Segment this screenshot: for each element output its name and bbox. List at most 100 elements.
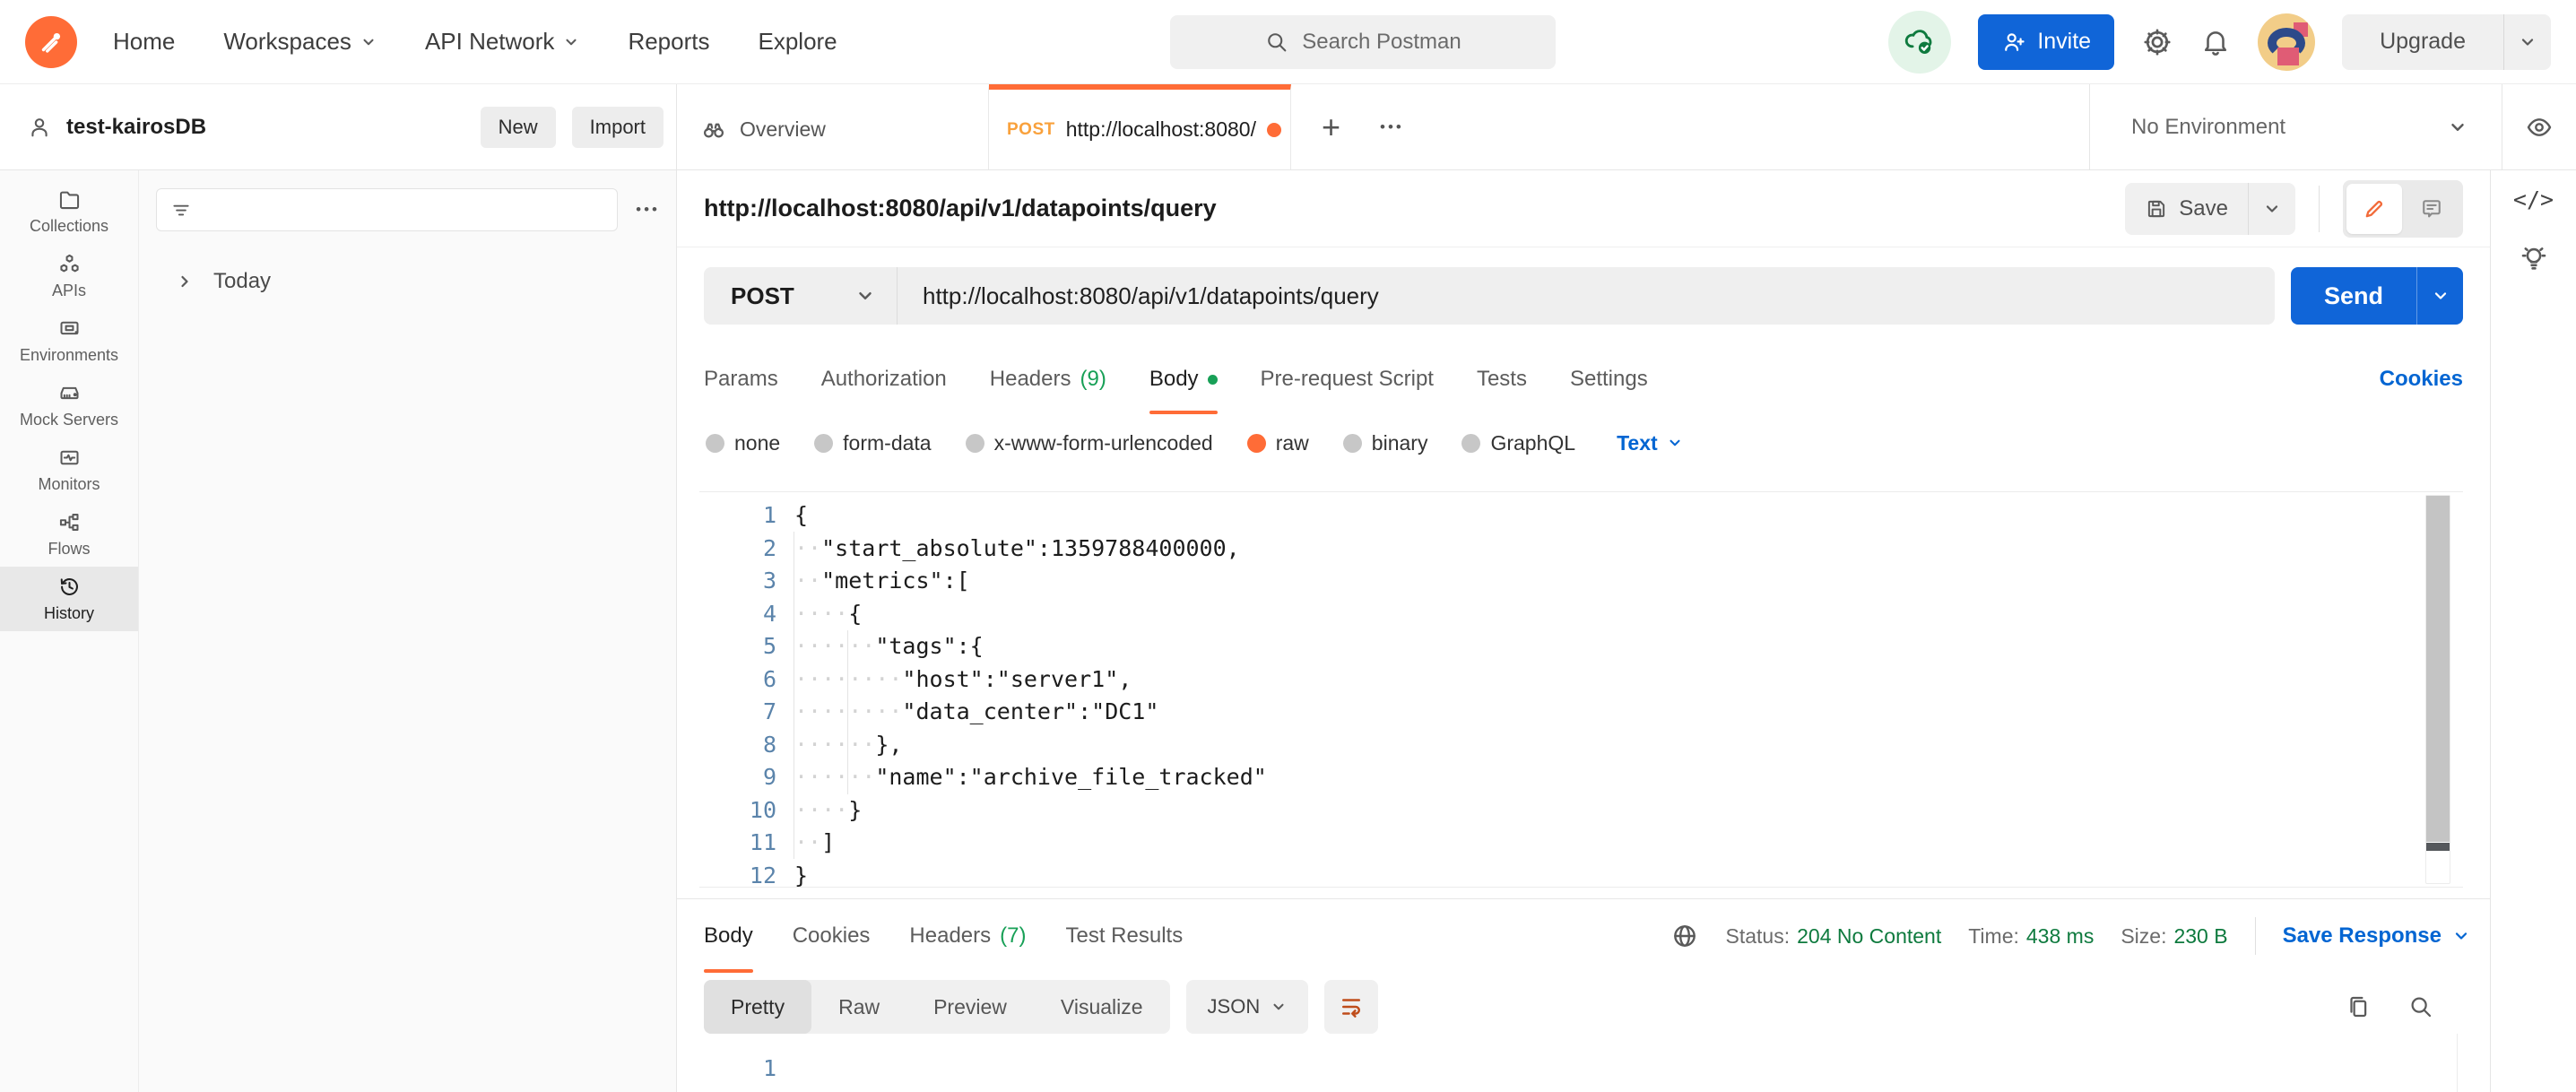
tab-params[interactable]: Params (704, 344, 778, 414)
view-preview[interactable]: Preview (906, 980, 1034, 1034)
status-badge[interactable]: Status:204 No Content (1726, 924, 1942, 949)
postman-logo-icon[interactable] (25, 16, 77, 68)
sidebar-item-history[interactable]: History (0, 567, 138, 631)
mode-form-data[interactable]: form-data (814, 431, 931, 455)
editor-scrollbar[interactable] (2425, 495, 2450, 884)
upgrade-dropdown[interactable] (2503, 14, 2551, 70)
sidebar-item-mock-servers[interactable]: Mock Servers (0, 373, 138, 438)
tab-overview-label: Overview (740, 117, 826, 142)
user-avatar[interactable] (2258, 13, 2315, 71)
save-button[interactable]: Save (2125, 183, 2248, 235)
code-line[interactable]: 3 ·· "metrics":[ (699, 565, 2463, 598)
save-dropdown[interactable] (2248, 183, 2295, 235)
copy-icon[interactable] (2345, 993, 2372, 1020)
tab-authorization[interactable]: Authorization (821, 344, 947, 414)
scrollbar-thumb[interactable] (2426, 496, 2450, 842)
view-visualize[interactable]: Visualize (1034, 980, 1170, 1034)
history-clock-icon (57, 575, 82, 599)
sidebar-item-flows[interactable]: Flows (0, 502, 138, 567)
response-tab-body[interactable]: Body (704, 899, 753, 973)
line-number: 2 (699, 533, 776, 566)
tab-options-icon[interactable]: ••• (1380, 118, 1404, 136)
send-dropdown[interactable] (2416, 267, 2463, 325)
code-text: "host":"server1", (902, 663, 1132, 697)
tab-tests[interactable]: Tests (1477, 344, 1527, 414)
environment-quick-look[interactable] (2502, 84, 2576, 169)
code-line[interactable]: 9 ······ "name":"archive_file_tracked" (699, 761, 2463, 794)
lightbulb-icon[interactable] (2519, 243, 2549, 273)
sidebar-item-environments[interactable]: Environments (0, 308, 138, 373)
view-raw[interactable]: Raw (811, 980, 906, 1034)
mode-x-www-form-urlencoded[interactable]: x-www-form-urlencoded (966, 431, 1213, 455)
mode-none[interactable]: none (706, 431, 780, 455)
url-input[interactable]: http://localhost:8080/api/v1/datapoints/… (898, 267, 1404, 325)
response-body-editor[interactable]: 1 (677, 1041, 2490, 1092)
wrap-text-button[interactable] (1324, 980, 1378, 1034)
code-line[interactable]: 11 ·· ] (699, 827, 2463, 860)
network-globe-icon[interactable] (1670, 922, 1699, 950)
settings-gear-icon[interactable] (2141, 26, 2173, 58)
code-line[interactable]: 7 ········ "data_center":"DC1" (699, 696, 2463, 729)
code-line[interactable]: 10 ···· } (699, 794, 2463, 828)
language-selector[interactable]: Text (1617, 431, 1683, 455)
invite-button[interactable]: Invite (1978, 14, 2114, 70)
filter-icon (169, 198, 193, 221)
cookies-link[interactable]: Cookies (2380, 367, 2463, 392)
nav-explore[interactable]: Explore (758, 28, 837, 56)
size-badge[interactable]: Size:230 B (2121, 924, 2227, 949)
sync-status-icon[interactable] (1888, 11, 1951, 74)
search-input[interactable]: Search Postman (1170, 15, 1556, 69)
code-line[interactable]: 2 ·· "start_absolute":1359788400000, (699, 533, 2463, 566)
new-button[interactable]: New (481, 107, 556, 148)
code-line[interactable]: 1 { (699, 499, 2463, 533)
code-line[interactable]: 5 ······ "tags":{ (699, 630, 2463, 663)
tab-settings[interactable]: Settings (1570, 344, 1648, 414)
sidebar-item-apis[interactable]: APIs (0, 244, 138, 308)
time-badge[interactable]: Time:438 ms (1968, 924, 2094, 949)
nav-workspaces[interactable]: Workspaces (223, 28, 377, 56)
upgrade-main[interactable]: Upgrade (2342, 14, 2503, 70)
view-pretty[interactable]: Pretty (704, 980, 811, 1034)
nav-reports[interactable]: Reports (628, 28, 709, 56)
chevron-down-icon (2519, 33, 2537, 51)
tab-overview[interactable]: Overview (677, 84, 989, 169)
workspace-name[interactable]: test-kairosDB (66, 115, 206, 140)
tab-body[interactable]: Body (1149, 344, 1218, 414)
save-response-button[interactable]: Save Response (2283, 923, 2470, 949)
response-format-selector[interactable]: JSON (1186, 980, 1309, 1034)
comments-button[interactable] (2404, 184, 2459, 234)
search-response-icon[interactable] (2407, 993, 2434, 1020)
code-snippet-icon[interactable]: </> (2513, 186, 2554, 212)
notifications-bell-icon[interactable] (2200, 27, 2231, 57)
history-filter-input[interactable] (156, 188, 618, 231)
mode-binary[interactable]: binary (1343, 431, 1428, 455)
method-selector[interactable]: POST (704, 267, 898, 325)
response-tab-cookies[interactable]: Cookies (793, 899, 871, 973)
new-tab-button[interactable]: + (1322, 111, 1340, 143)
history-group-today[interactable]: Today (156, 269, 660, 294)
send-button[interactable]: Send (2291, 267, 2416, 325)
nav-explore-label: Explore (758, 28, 837, 56)
tab-request-active[interactable]: POST http://localhost:8080/ (989, 84, 1291, 169)
history-options-icon[interactable]: ••• (636, 201, 660, 219)
tab-pre-request-script[interactable]: Pre-request Script (1261, 344, 1434, 414)
response-tab-headers[interactable]: Headers(7) (909, 899, 1026, 973)
sidebar-item-monitors[interactable]: Monitors (0, 438, 138, 502)
tab-headers[interactable]: Headers(9) (990, 344, 1106, 414)
edit-mode-button[interactable] (2346, 184, 2402, 234)
tab-label: Headers (909, 923, 991, 949)
mode-graphql[interactable]: GraphQL (1461, 431, 1575, 455)
code-line[interactable]: 8 ······ }, (699, 729, 2463, 762)
import-button[interactable]: Import (572, 107, 664, 148)
environment-selector[interactable]: No Environment (2089, 84, 2502, 169)
code-line[interactable]: 6 ········ "host":"server1", (699, 663, 2463, 697)
request-body-editor[interactable]: 1 { 2 ·· "start_absolute":1359788400000,… (699, 491, 2463, 888)
response-tab-test-results[interactable]: Test Results (1065, 899, 1183, 973)
code-line[interactable]: 12 } (699, 860, 2463, 888)
nav-api-network[interactable]: API Network (425, 28, 580, 56)
code-line[interactable]: 4 ···· { (699, 598, 2463, 631)
sidebar-item-label: Flows (48, 540, 90, 559)
sidebar-item-collections[interactable]: Collections (0, 179, 138, 244)
nav-home[interactable]: Home (113, 28, 175, 56)
mode-raw[interactable]: raw (1247, 431, 1309, 455)
